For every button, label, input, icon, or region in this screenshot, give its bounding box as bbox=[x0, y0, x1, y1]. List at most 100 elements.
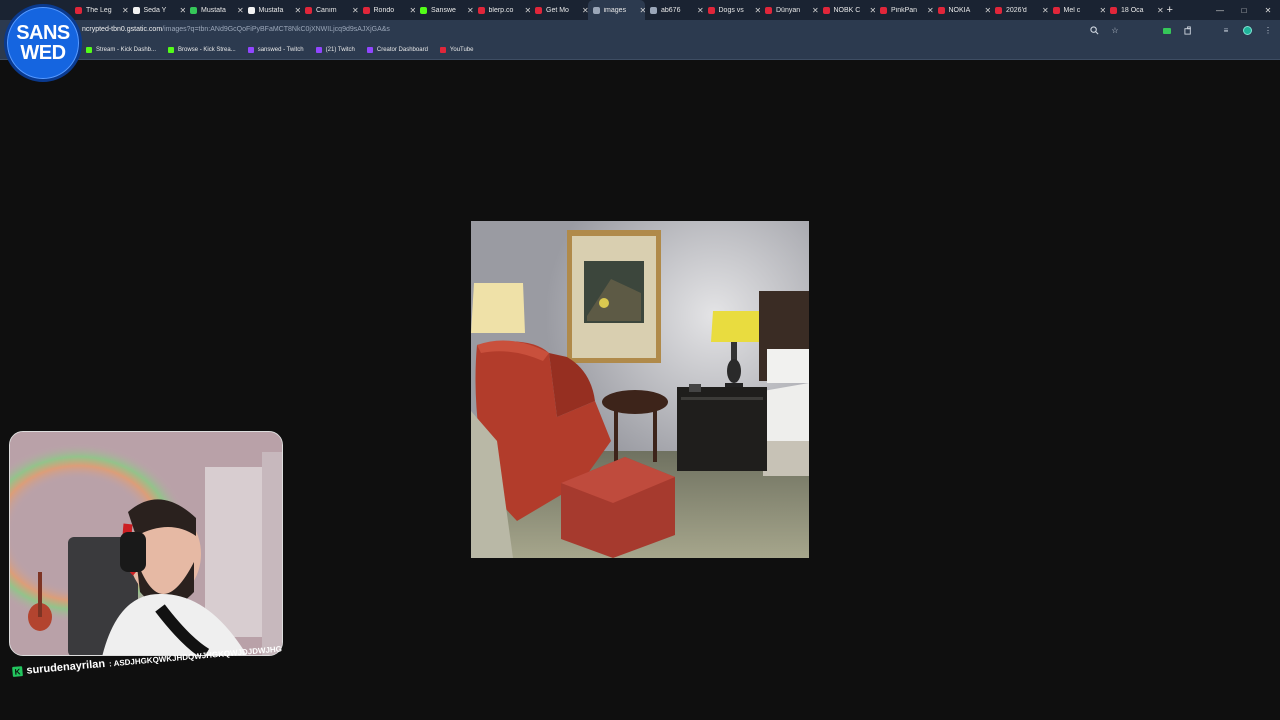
tab-strip: The Leg ✕ Seda Y ✕ Mustafa ✕ Mustafa ✕ Canım ✕ Ron… bbox=[0, 0, 1280, 20]
tab-favicon-icon bbox=[190, 6, 197, 14]
tab-7[interactable]: blerp.co ✕ bbox=[473, 0, 530, 20]
bookmark-item[interactable]: (21) Twitch bbox=[315, 47, 355, 53]
bookmark-item[interactable]: Browse - Kick Strea... bbox=[168, 47, 236, 53]
tab-title: Mustafa bbox=[258, 6, 284, 14]
bookmarks-bar: Stream - Kick Dashb... Browse - Kick Stre… bbox=[0, 41, 1280, 60]
bookmark-favicon-icon bbox=[439, 47, 446, 53]
bookmark-favicon-icon bbox=[247, 47, 254, 53]
close-window-icon[interactable]: ✕ bbox=[1256, 0, 1280, 20]
tab-9[interactable]: images ✕ bbox=[587, 0, 645, 20]
tab-close-icon[interactable]: ✕ bbox=[582, 6, 588, 15]
tab-favicon-icon bbox=[420, 6, 427, 14]
logo-line-2: WED bbox=[20, 42, 66, 64]
tab-16[interactable]: 2026'd ✕ bbox=[990, 0, 1048, 20]
tab-title: blerp.co bbox=[488, 6, 514, 14]
webcam-feed bbox=[9, 431, 283, 656]
minimize-icon[interactable]: — bbox=[1208, 0, 1232, 20]
kick-icon: K bbox=[12, 666, 23, 677]
bookmark-label: Creator Dashboard bbox=[376, 47, 428, 53]
tab-title: PinkPan bbox=[891, 6, 918, 14]
tab-favicon-icon bbox=[650, 6, 657, 14]
tab-title: ab676 bbox=[661, 6, 681, 14]
tab-favicon-icon bbox=[305, 6, 312, 14]
tab-title: NOKIA bbox=[948, 6, 971, 14]
window-controls: — □ ✕ bbox=[1208, 0, 1280, 20]
tab-favicon-icon bbox=[75, 6, 82, 14]
tab-title: Dünyan bbox=[776, 6, 801, 14]
tab-10[interactable]: ab676 ✕ bbox=[645, 0, 703, 20]
tab-close-icon[interactable]: ✕ bbox=[1157, 6, 1163, 15]
tab-18[interactable]: 18 Oca ✕ bbox=[1105, 0, 1163, 20]
tab-title: Mustafa bbox=[201, 6, 226, 14]
bookmark-label: (21) Twitch bbox=[325, 47, 355, 53]
tab-title: Seda Y bbox=[143, 6, 167, 14]
new-tab-icon[interactable]: + bbox=[1167, 4, 1173, 16]
tab-2[interactable]: Mustafa ✕ bbox=[185, 0, 243, 20]
tab-favicon-icon bbox=[592, 6, 600, 14]
media-control-icon[interactable]: ≡ bbox=[1220, 25, 1232, 37]
tab-11[interactable]: Dogs vs ✕ bbox=[703, 0, 760, 20]
bookmark-label: Stream - Kick Dashb... bbox=[96, 47, 157, 53]
chat-username: surudenayrilan bbox=[25, 657, 106, 677]
tab-title: Canım bbox=[316, 6, 337, 14]
menu-icon[interactable]: ⋮ bbox=[1262, 25, 1274, 37]
url-field[interactable]: ncrypted-tbn0.gstatic.com/images?q=tbn:A… bbox=[82, 26, 390, 33]
zoom-icon[interactable] bbox=[1088, 25, 1100, 37]
bookmark-favicon-icon bbox=[86, 47, 92, 53]
tab-17[interactable]: Mel c ✕ bbox=[1048, 0, 1105, 20]
tab-favicon-icon bbox=[995, 6, 1002, 14]
tab-title: Rondo bbox=[373, 6, 395, 14]
bookmark-star-icon[interactable]: ☆ bbox=[1109, 25, 1121, 37]
tab-5[interactable]: Rondo ✕ bbox=[358, 0, 415, 20]
tab-favicon-icon bbox=[362, 6, 370, 14]
tab-title: 18 Oca bbox=[1121, 6, 1144, 14]
extensions-puzzle-icon[interactable] bbox=[1182, 25, 1194, 37]
tab-title: NOBK C bbox=[833, 6, 861, 14]
tab-favicon-icon bbox=[765, 6, 772, 14]
bookmark-favicon-icon bbox=[315, 47, 322, 53]
profile-icon[interactable] bbox=[1241, 25, 1253, 37]
bookmark-label: Browse - Kick Strea... bbox=[178, 47, 236, 53]
tab-title: Mel c bbox=[1063, 6, 1081, 14]
tab-favicon-icon bbox=[880, 6, 887, 14]
spacer-2 bbox=[1203, 25, 1211, 37]
tab-title: Dogs vs bbox=[718, 6, 744, 14]
address-bar-actions: ☆ ≡ ⋮ bbox=[1088, 23, 1274, 38]
tab-14[interactable]: PinkPan ✕ bbox=[875, 0, 933, 20]
tab-4[interactable]: Canım ✕ bbox=[300, 0, 358, 20]
bookmark-item[interactable]: YouTube bbox=[439, 47, 474, 53]
tab-15[interactable]: NOKIA ✕ bbox=[933, 0, 990, 20]
channel-logo: SANS WED bbox=[4, 4, 82, 82]
logo-line-1: SANS bbox=[16, 22, 70, 44]
tab-favicon-icon bbox=[477, 6, 485, 14]
tab-3[interactable]: Mustafa ✕ bbox=[243, 0, 300, 20]
extension-green-icon[interactable] bbox=[1161, 25, 1173, 37]
tab-12[interactable]: Dünyan ✕ bbox=[760, 0, 818, 20]
tab-favicon-icon bbox=[132, 6, 140, 14]
tab-favicon-icon bbox=[535, 6, 542, 14]
tab-13[interactable]: NOBK C ✕ bbox=[818, 0, 875, 20]
tab-favicon-icon bbox=[822, 6, 830, 14]
tab-8[interactable]: Get Mo ✕ bbox=[530, 0, 588, 20]
tab-title: 2026'd bbox=[1006, 6, 1027, 14]
tab-title: images bbox=[603, 6, 627, 14]
url-path: /images?q=tbn:ANd9GcQoFiPyBFaMCT8NkC0jXN… bbox=[162, 26, 390, 33]
tab-1[interactable]: Seda Y ✕ bbox=[128, 0, 185, 20]
tab-6[interactable]: Sanswe ✕ bbox=[415, 0, 473, 20]
tab-favicon-icon bbox=[1110, 6, 1117, 14]
tab-title: The Leg bbox=[86, 6, 112, 14]
bookmark-label: sanswed - Twitch bbox=[257, 47, 304, 53]
bookmark-favicon-icon bbox=[168, 47, 175, 53]
bookmark-label: YouTube bbox=[449, 47, 474, 53]
bookmark-item[interactable]: Creator Dashboard bbox=[366, 47, 428, 53]
maximize-icon[interactable]: □ bbox=[1232, 0, 1256, 20]
tab-favicon-icon bbox=[707, 6, 715, 14]
tab-title: Sanswe bbox=[431, 6, 456, 14]
tab-favicon-icon bbox=[1052, 6, 1060, 14]
tab-0[interactable]: The Leg ✕ bbox=[70, 0, 128, 20]
bookmark-item[interactable]: sanswed - Twitch bbox=[247, 47, 304, 53]
tab-favicon-icon bbox=[937, 6, 945, 14]
bookmark-item[interactable]: Stream - Kick Dashb... bbox=[86, 47, 156, 53]
address-bar-row: ncrypted-tbn0.gstatic.com/images?q=tbn:A… bbox=[0, 20, 1280, 41]
